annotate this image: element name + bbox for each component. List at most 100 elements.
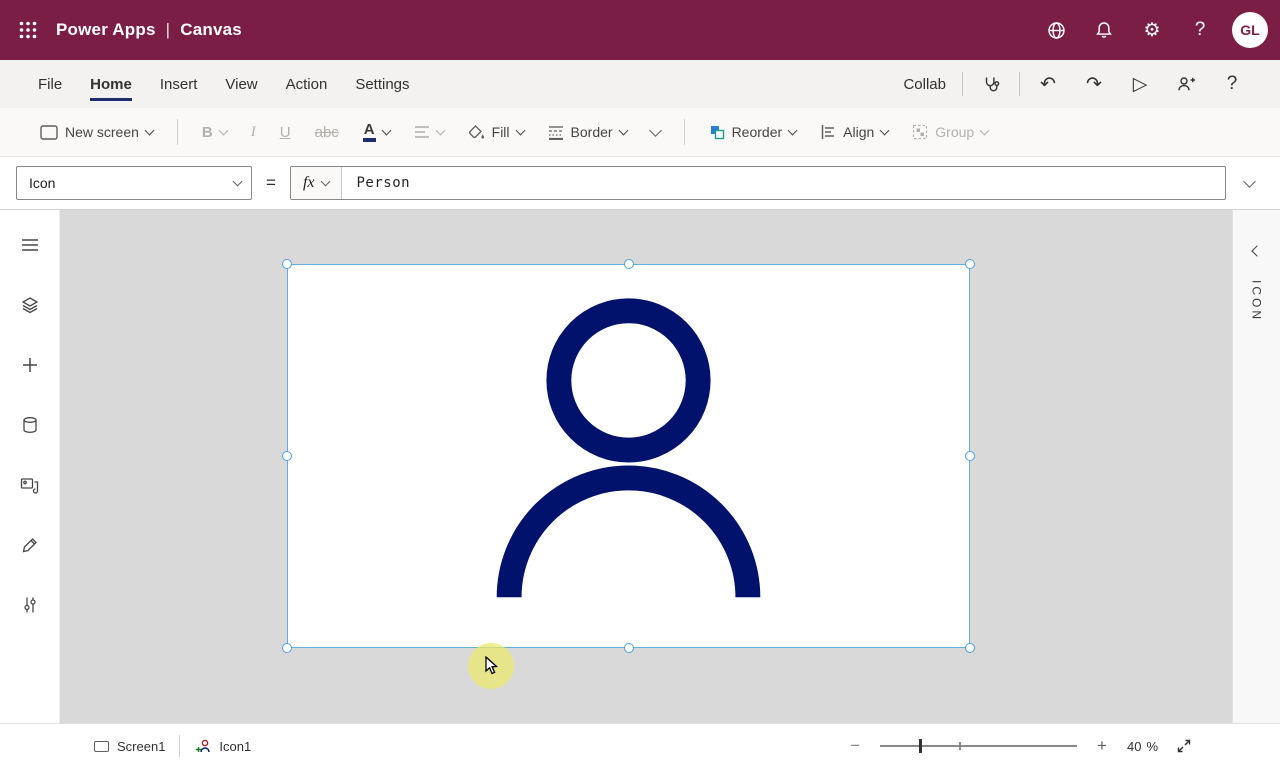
data-sources-icon[interactable] — [6, 400, 54, 450]
divider — [177, 119, 178, 145]
app-checker-icon[interactable] — [973, 66, 1009, 102]
resize-handle-top-left[interactable] — [282, 259, 292, 269]
fx-dropdown-button[interactable]: fx — [291, 167, 343, 199]
avatar[interactable]: GL — [1232, 12, 1268, 48]
chevron-down-icon — [880, 125, 890, 135]
plus-icon — [21, 356, 39, 374]
menu-view[interactable]: View — [225, 60, 257, 108]
new-screen-button[interactable]: New screen — [30, 114, 163, 150]
chevron-down-icon — [980, 125, 990, 135]
zoom-slider[interactable] — [880, 738, 1077, 754]
italic-button[interactable]: I — [241, 114, 266, 150]
align-objects-icon — [820, 124, 836, 140]
border-style-icon — [548, 125, 564, 140]
help-icon-menubar[interactable]: ? — [1214, 66, 1250, 102]
text-align-button[interactable] — [404, 114, 454, 150]
zoom-slider-handle[interactable] — [919, 739, 922, 753]
collab-button[interactable]: Collab — [897, 76, 952, 93]
chevron-down-icon — [788, 125, 798, 135]
person-icon[interactable] — [288, 265, 969, 647]
formula-text: Person — [356, 175, 410, 191]
reorder-icon — [709, 124, 725, 140]
mouse-cursor — [485, 656, 501, 676]
ribbon-menu: File Home Insert View Action Settings Co… — [0, 60, 1280, 108]
strikethrough-button[interactable]: abc — [305, 114, 349, 150]
group-icon — [912, 124, 928, 140]
expand-panel-button[interactable] — [1242, 236, 1272, 266]
formula-input[interactable]: Person — [342, 167, 1225, 199]
preview-play-icon[interactable]: ▷ — [1122, 66, 1158, 102]
resize-handle-bottom-right[interactable] — [965, 643, 975, 653]
zoom-out-button[interactable]: − — [846, 736, 864, 756]
advanced-tools-icon[interactable] — [6, 520, 54, 570]
zoom-controls: − + 40 % — [846, 736, 1194, 756]
chevron-down-icon — [381, 125, 391, 135]
font-color-label: A — [363, 122, 376, 142]
zoom-slider-tick — [959, 742, 961, 750]
resize-handle-bottom-middle[interactable] — [624, 643, 634, 653]
canvas-area[interactable] — [60, 210, 1232, 723]
formula-bar: Icon = fx Person — [0, 157, 1280, 210]
variables-icon[interactable] — [6, 580, 54, 630]
pen-icon — [21, 536, 39, 554]
font-color-button[interactable]: A — [353, 114, 400, 150]
redo-icon[interactable]: ↷ — [1076, 66, 1112, 102]
environment-globe-icon[interactable] — [1032, 0, 1080, 60]
underline-button[interactable]: U — [270, 114, 301, 150]
icon1-tab-label: Icon1 — [219, 739, 251, 754]
border-button[interactable]: Border — [538, 114, 637, 150]
group-button[interactable]: Group — [902, 114, 998, 150]
menu-home[interactable]: Home — [90, 60, 132, 108]
media-icon[interactable] — [6, 460, 54, 510]
align-button[interactable]: Align — [810, 114, 898, 150]
help-icon[interactable]: ? — [1176, 0, 1224, 60]
zoom-in-button[interactable]: + — [1093, 736, 1111, 756]
reorder-button[interactable]: Reorder — [699, 114, 807, 150]
tree-view-icon[interactable] — [6, 280, 54, 330]
main-area: ICON — [0, 210, 1280, 723]
fx-label: fx — [303, 174, 315, 192]
screen1-tab[interactable]: Screen1 — [80, 724, 179, 768]
gear-glyph: ⚙ — [1143, 19, 1160, 42]
menu-file[interactable]: File — [38, 60, 62, 108]
app-header: Power Apps | Canvas ⚙ ? GL — [0, 0, 1280, 60]
property-selected-value: Icon — [29, 175, 55, 191]
format-toolbar: New screen B I U abc A — [0, 108, 1280, 157]
menu-settings[interactable]: Settings — [355, 60, 409, 108]
chevron-down-icon — [618, 125, 628, 135]
header-actions: ⚙ ? GL — [1032, 0, 1280, 60]
resize-diagonal-icon — [1176, 738, 1192, 754]
menu-insert[interactable]: Insert — [160, 60, 198, 108]
power-apps-studio: Power Apps | Canvas ⚙ ? GL — [0, 0, 1280, 768]
underline-label: U — [280, 124, 291, 141]
icon1-tab[interactable]: Icon1 — [180, 724, 265, 768]
screen1-artboard[interactable] — [287, 264, 970, 648]
resize-handle-top-middle[interactable] — [624, 259, 634, 269]
settings-gear-icon[interactable]: ⚙ — [1128, 0, 1176, 60]
zoom-percent-sign: % — [1146, 739, 1158, 754]
resize-handle-middle-left[interactable] — [282, 451, 292, 461]
insert-icon[interactable] — [6, 340, 54, 390]
zoom-value: 40 % — [1127, 739, 1158, 754]
fit-to-window-icon[interactable] — [1174, 736, 1194, 756]
share-icon[interactable] — [1168, 66, 1204, 102]
fill-button[interactable]: Fill — [458, 114, 534, 150]
screen-icon — [40, 125, 58, 140]
waffle-menu-icon[interactable] — [0, 0, 56, 60]
equals-sign: = — [266, 173, 276, 193]
notifications-bell-icon[interactable] — [1080, 0, 1128, 60]
expand-formula-bar-button[interactable] — [1234, 166, 1264, 200]
resize-handle-top-right[interactable] — [965, 259, 975, 269]
more-formatting-button[interactable] — [641, 114, 670, 150]
undo-icon[interactable]: ↶ — [1030, 66, 1066, 102]
property-dropdown[interactable]: Icon — [16, 166, 252, 200]
properties-panel-collapsed: ICON — [1232, 210, 1280, 723]
border-label: Border — [571, 124, 613, 140]
group-label: Group — [935, 124, 974, 140]
menu-action[interactable]: Action — [286, 60, 328, 108]
resize-handle-middle-right[interactable] — [965, 451, 975, 461]
resize-handle-bottom-left[interactable] — [282, 643, 292, 653]
collapse-rail-icon[interactable] — [6, 220, 54, 270]
bold-button[interactable]: B — [192, 114, 237, 150]
database-cylinder-icon — [21, 416, 39, 434]
